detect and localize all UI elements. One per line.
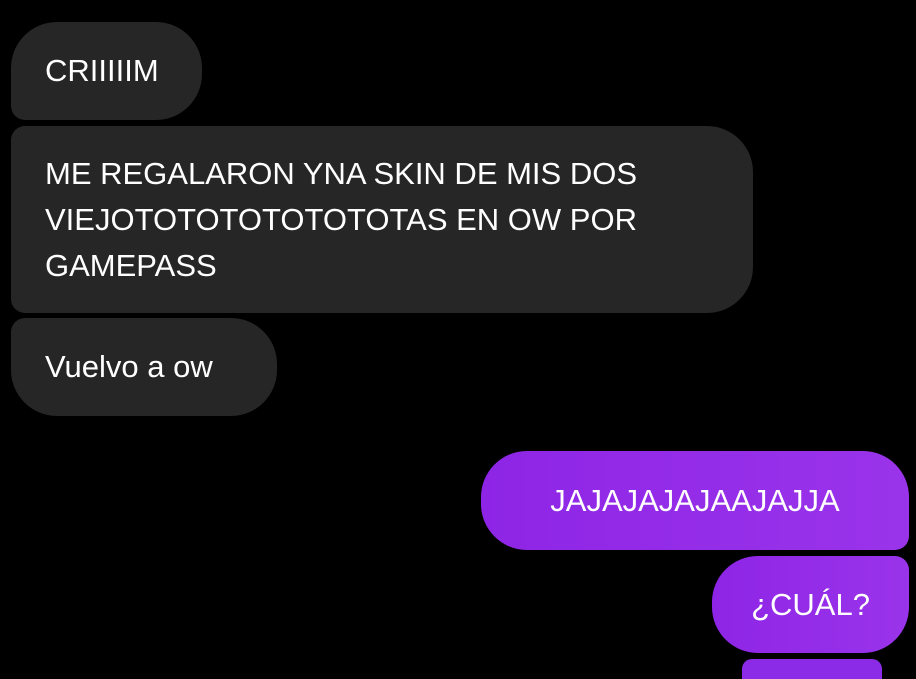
- message-text: Vuelvo a ow: [45, 349, 213, 384]
- message-text: CRIIIIIM: [45, 53, 159, 88]
- message-text: ME REGALARON YNA SKIN DE MIS DOS VIEJOTO…: [45, 155, 638, 283]
- incoming-message-bubble[interactable]: Vuelvo a ow: [11, 318, 277, 416]
- next-message-bubble-edge: [742, 659, 882, 679]
- message-text: JAJAJAJAJAAJAJJA: [550, 482, 840, 518]
- incoming-message-bubble[interactable]: ME REGALARON YNA SKIN DE MIS DOS VIEJOTO…: [11, 126, 753, 313]
- message-text: ¿CUÁL?: [751, 586, 870, 622]
- outgoing-message-bubble[interactable]: ¿CUÁL?: [712, 556, 909, 653]
- outgoing-message-bubble[interactable]: JAJAJAJAJAAJAJJA: [481, 451, 909, 550]
- chat-thread: CRIIIIIM ME REGALARON YNA SKIN DE MIS DO…: [0, 0, 916, 679]
- incoming-message-bubble[interactable]: CRIIIIIM: [11, 22, 202, 120]
